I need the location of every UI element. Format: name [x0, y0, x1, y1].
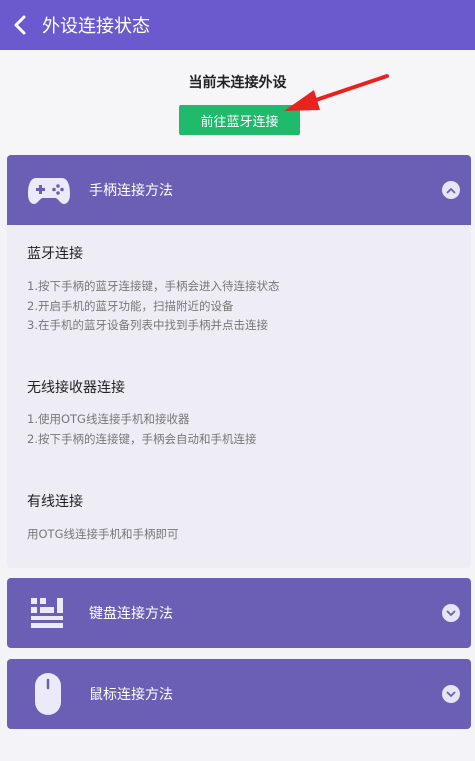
- back-button[interactable]: [2, 0, 38, 50]
- bluetooth-method-steps: 1.按下手柄的蓝牙连接键，手柄会进入待连接状态 2.开启手机的蓝牙功能，扫描附近…: [27, 277, 279, 336]
- expand-toggle[interactable]: [442, 604, 460, 622]
- chevron-up-icon: [446, 187, 456, 193]
- back-arrow-icon: [14, 15, 26, 35]
- keyboard-section-header[interactable]: 键盘连接方法: [7, 578, 471, 648]
- wired-method-steps: 用OTG线连接手机和手柄即可: [27, 525, 179, 545]
- keyboard-section-title: 键盘连接方法: [89, 606, 173, 622]
- step-text: 用OTG线连接手机和手柄即可: [27, 527, 179, 541]
- step-text: 1.使用OTG线连接手机和接收器: [27, 412, 190, 426]
- page-title: 外设连接状态: [42, 16, 150, 37]
- connection-status-area: 当前未连接外设 前往蓝牙连接: [0, 50, 475, 155]
- gamepad-section-body: 蓝牙连接 1.按下手柄的蓝牙连接键，手柄会进入待连接状态 2.开启手机的蓝牙功能…: [7, 225, 471, 568]
- gamepad-section-header[interactable]: 手柄连接方法: [7, 155, 471, 225]
- step-text: 2.按下手柄的连接键，手柄会自动和手机连接: [27, 431, 257, 446]
- wireless-receiver-method-steps: 1.使用OTG线连接手机和接收器 2.按下手柄的连接键，手柄会自动和手机连接: [27, 410, 256, 449]
- chevron-down-icon: [446, 691, 456, 697]
- step-text: 3.在手机的蓝牙设备列表中找到手柄并点击连接: [27, 318, 268, 332]
- wireless-receiver-method-title: 无线接收器连接: [27, 380, 125, 396]
- mouse-section-header[interactable]: 鼠标连接方法: [7, 659, 471, 729]
- keyboard-section: 键盘连接方法: [7, 578, 471, 648]
- mouse-section-title: 鼠标连接方法: [89, 687, 173, 703]
- expand-toggle[interactable]: [442, 685, 460, 703]
- red-arrow-annotation-icon: [284, 74, 389, 111]
- step-text: 1.按下手柄的蓝牙连接键，手柄会进入待连接状态: [27, 279, 280, 293]
- connection-status-text: 当前未连接外设: [188, 75, 287, 91]
- step-text: 2.开启手机的蓝牙功能，扫描附近的设备: [27, 298, 234, 313]
- mouse-icon: [35, 673, 61, 715]
- chevron-down-icon: [446, 610, 456, 616]
- wired-method-title: 有线连接: [27, 494, 83, 510]
- mouse-section: 鼠标连接方法: [7, 659, 471, 729]
- gamepad-section: 手柄连接方法 蓝牙连接 1.按下手柄的蓝牙连接键，手柄会进入待连接状态 2.开启…: [7, 155, 471, 568]
- collapse-toggle[interactable]: [442, 181, 460, 199]
- keyboard-icon: [31, 598, 63, 628]
- gamepad-section-title: 手柄连接方法: [89, 183, 173, 199]
- bluetooth-method-title: 蓝牙连接: [27, 246, 83, 262]
- top-bar: 外设连接状态: [0, 0, 475, 50]
- gamepad-icon: [28, 178, 70, 204]
